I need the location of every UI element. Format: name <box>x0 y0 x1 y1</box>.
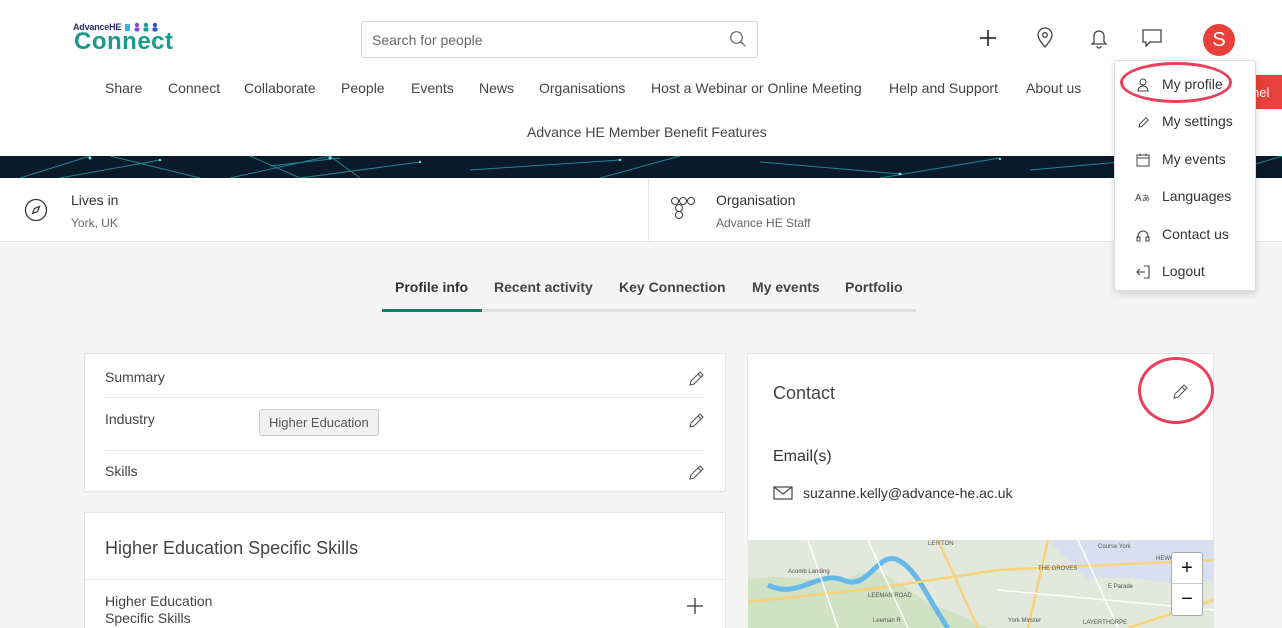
add-icon[interactable] <box>976 26 1000 50</box>
profile-banner <box>0 156 1282 178</box>
industry-label: Industry <box>105 411 155 427</box>
tab-profile-info[interactable]: Profile info <box>395 279 468 295</box>
menu-item-logout[interactable]: Logout <box>1115 254 1255 290</box>
nav-item-about-us[interactable]: About us <box>1026 80 1081 96</box>
menu-item-my-events[interactable]: My events <box>1115 142 1255 178</box>
summary-label: Summary <box>105 369 165 385</box>
menu-item-languages[interactable]: Aあ Languages <box>1115 179 1255 215</box>
svg-text:A: A <box>1135 193 1142 204</box>
zoom-in-button[interactable]: + <box>1172 553 1202 584</box>
top-header: AdvanceHE Connect S <box>0 0 1282 66</box>
add-skill-plus-icon[interactable] <box>685 596 705 616</box>
nav-item-people[interactable]: People <box>341 80 385 96</box>
emails-label: Email(s) <box>773 448 832 465</box>
translate-icon: Aあ <box>1135 189 1151 205</box>
nav-item-share[interactable]: Share <box>105 80 142 96</box>
svg-text:あ: あ <box>1142 194 1150 203</box>
edit-skills-pencil-icon[interactable] <box>687 464 705 482</box>
banner-network-image <box>0 156 1282 178</box>
profile-details-card: Summary Industry Higher Education Skills <box>84 353 726 492</box>
profile-tabs: Profile info Recent activity Key Connect… <box>382 276 916 312</box>
contact-title: Contact <box>773 383 836 403</box>
he-skills-row-label-line2: Specific Skills <box>105 610 191 626</box>
edit-summary-pencil-icon[interactable] <box>687 370 705 388</box>
logo-big-text: Connect <box>74 28 174 55</box>
profile-info-row: Lives in York, UK Organisation Advance H… <box>0 178 1282 242</box>
tab-recent-activity[interactable]: Recent activity <box>494 279 593 295</box>
highlight-ring-my-profile <box>1120 62 1232 103</box>
zoom-out-button[interactable]: − <box>1172 584 1202 615</box>
map-label: E Parade <box>1108 584 1134 590</box>
industry-chip: Higher Education <box>259 409 379 436</box>
pencil-icon <box>1135 114 1151 130</box>
map-label: LAYERTHORPE <box>1083 620 1127 626</box>
nav-item-help-support[interactable]: Help and Support <box>889 80 998 96</box>
email-address[interactable]: suzanne.kelly@advance-he.ac.uk <box>803 485 1013 501</box>
map-zoom-control: + − <box>1171 552 1203 616</box>
menu-item-my-settings[interactable]: My settings <box>1115 104 1255 140</box>
map-label: Leeman R <box>873 618 901 624</box>
advance-he-connect-logo[interactable]: AdvanceHE Connect <box>73 22 173 60</box>
map-label: THE GROVES <box>1038 566 1077 572</box>
menu-item-label: Languages <box>1162 188 1232 204</box>
people-search <box>361 21 758 58</box>
map-label: LEEMAN ROAD <box>868 593 912 599</box>
tab-my-events[interactable]: My events <box>752 279 820 295</box>
nav-item-member-benefits[interactable]: Advance HE Member Benefit Features <box>527 124 767 140</box>
row-separator <box>105 450 705 451</box>
lives-in-label: Lives in <box>71 192 119 208</box>
organisation-value: Advance HE Staff <box>716 216 811 230</box>
map-tiles: Acomb Landing LEEMAN ROAD THE GROVES LAY… <box>748 540 1214 628</box>
edit-industry-pencil-icon[interactable] <box>687 412 705 430</box>
compass-icon <box>24 198 48 222</box>
search-input[interactable] <box>372 32 712 48</box>
search-icon[interactable] <box>729 30 747 48</box>
nav-item-host-webinar[interactable]: Host a Webinar or Online Meeting <box>651 80 862 96</box>
map-label: York Minster <box>1008 618 1041 624</box>
menu-item-label: My events <box>1162 151 1226 167</box>
active-tab-indicator <box>382 309 482 312</box>
bell-icon[interactable] <box>1087 26 1111 50</box>
he-skills-card: Higher Education Specific Skills Higher … <box>84 512 726 628</box>
he-skills-title: Higher Education Specific Skills <box>105 538 359 558</box>
map-label: LEIYTON <box>928 541 954 547</box>
menu-item-label: Contact us <box>1162 226 1229 242</box>
he-skills-row-label-line1: Higher Education <box>105 593 213 609</box>
row-separator <box>105 397 705 398</box>
location-map[interactable]: Acomb Landing LEEMAN ROAD THE GROVES LAY… <box>748 540 1214 628</box>
menu-item-label: My settings <box>1162 113 1233 129</box>
organisation-label: Organisation <box>716 192 796 208</box>
user-avatar[interactable]: S <box>1203 24 1235 56</box>
nav-item-news[interactable]: News <box>479 80 514 96</box>
info-divider <box>648 178 649 242</box>
map-label: Course York <box>1098 544 1132 550</box>
nav-item-events[interactable]: Events <box>411 80 454 96</box>
nav-item-collaborate[interactable]: Collaborate <box>244 80 316 96</box>
chat-icon[interactable] <box>1140 26 1164 50</box>
row-separator <box>85 579 725 580</box>
organisation-icon <box>670 196 696 220</box>
skills-label: Skills <box>105 463 138 479</box>
main-navigation: Share Connect Collaborate People Events … <box>0 66 1282 156</box>
headphones-icon <box>1135 227 1151 243</box>
lives-in-value: York, UK <box>71 216 118 230</box>
envelope-icon <box>773 486 793 500</box>
nav-item-organisations[interactable]: Organisations <box>539 80 625 96</box>
location-pin-icon[interactable] <box>1033 26 1057 50</box>
menu-item-label: Logout <box>1162 263 1205 279</box>
tab-key-connection[interactable]: Key Connection <box>619 279 726 295</box>
menu-item-contact-us[interactable]: Contact us <box>1115 217 1255 253</box>
logout-icon <box>1135 264 1151 280</box>
highlight-ring-edit-contact <box>1138 357 1214 424</box>
map-label: Acomb Landing <box>788 569 830 575</box>
calendar-icon <box>1135 152 1151 168</box>
tab-portfolio[interactable]: Portfolio <box>845 279 903 295</box>
nav-item-connect[interactable]: Connect <box>168 80 220 96</box>
